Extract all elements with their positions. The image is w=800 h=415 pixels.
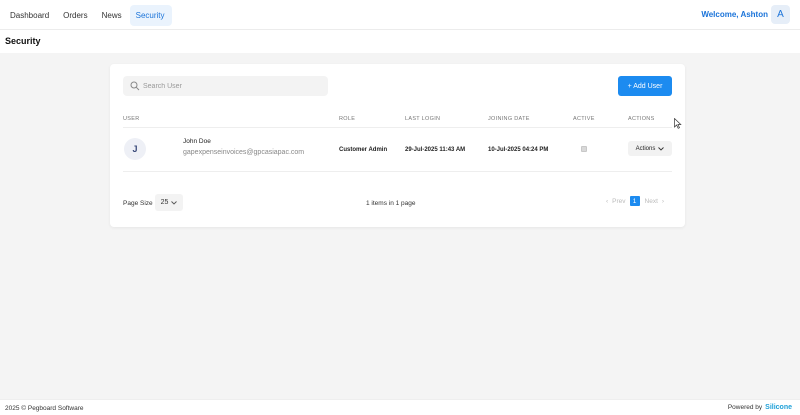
nav-news[interactable]: News — [96, 5, 129, 26]
user-last-login: 29-Jul-2025 11:43 AM — [405, 147, 466, 153]
top-navbar: Dashboard Orders News Security Welcome, … — [0, 0, 800, 30]
nav-orders[interactable]: Orders — [57, 5, 94, 26]
chevron-right-icon: › — [661, 197, 665, 205]
nav-security[interactable]: Security — [129, 5, 172, 26]
header-joining-date: JOINING DATE — [488, 116, 530, 122]
nav-dashboard[interactable]: Dashboard — [4, 5, 56, 26]
table-divider — [123, 127, 672, 128]
pagination: ‹ Prev 1 Next › — [606, 196, 668, 206]
header-active: ACTIVE — [573, 116, 595, 122]
search-icon — [130, 81, 140, 91]
mouse-cursor-icon — [674, 118, 682, 129]
user-name: John Doe — [183, 138, 211, 145]
avatar: J — [124, 138, 146, 160]
header-last-login: LAST LOGIN — [405, 116, 441, 122]
header-role: ROLE — [339, 116, 356, 122]
page-size-label: Page Size — [123, 200, 153, 207]
users-card: + Add User USER ROLE LAST LOGIN JOINING … — [110, 64, 685, 227]
items-info: 1 items in 1 page — [366, 200, 416, 207]
chevron-left-icon: ‹ — [606, 197, 609, 205]
footer: 2025 © Pegboard Software Powered by Sili… — [0, 399, 800, 415]
chevron-down-icon — [171, 200, 178, 205]
chevron-down-icon — [658, 146, 665, 151]
user-joining-date: 10-Jul-2025 04:24 PM — [488, 147, 549, 153]
active-checkbox[interactable] — [581, 146, 587, 152]
user-avatar-button[interactable]: A — [771, 5, 790, 24]
brand-logo: Silicone — [765, 404, 792, 411]
prev-button[interactable]: Prev — [612, 198, 625, 205]
add-user-button[interactable]: + Add User — [618, 76, 672, 96]
welcome-text: Welcome, Ashton — [701, 10, 768, 19]
page-number-button[interactable]: 1 — [629, 196, 640, 206]
header-actions: ACTIONS — [628, 116, 655, 122]
page-title-bar: Security — [0, 30, 800, 53]
footer-copyright: 2025 © Pegboard Software — [5, 405, 84, 412]
main-nav: Dashboard Orders News Security — [4, 5, 173, 26]
page-size-value: 25 — [160, 199, 169, 206]
actions-label: Actions — [635, 145, 656, 152]
header-user: USER — [123, 116, 140, 122]
next-button[interactable]: Next — [645, 198, 658, 205]
actions-dropdown-button[interactable]: Actions — [628, 141, 672, 156]
powered-by-label: Powered by — [727, 404, 763, 411]
page-title: Security — [5, 36, 41, 46]
user-role: Customer Admin — [339, 147, 388, 153]
footer-powered-by: Powered by Silicone — [728, 404, 792, 411]
table-divider — [123, 171, 672, 172]
user-email: gapexpenseinvoices@gpcasiapac.com — [183, 149, 305, 156]
search-input[interactable] — [143, 78, 323, 94]
page-size-select[interactable]: 25 — [155, 194, 183, 211]
search-box — [123, 76, 328, 96]
